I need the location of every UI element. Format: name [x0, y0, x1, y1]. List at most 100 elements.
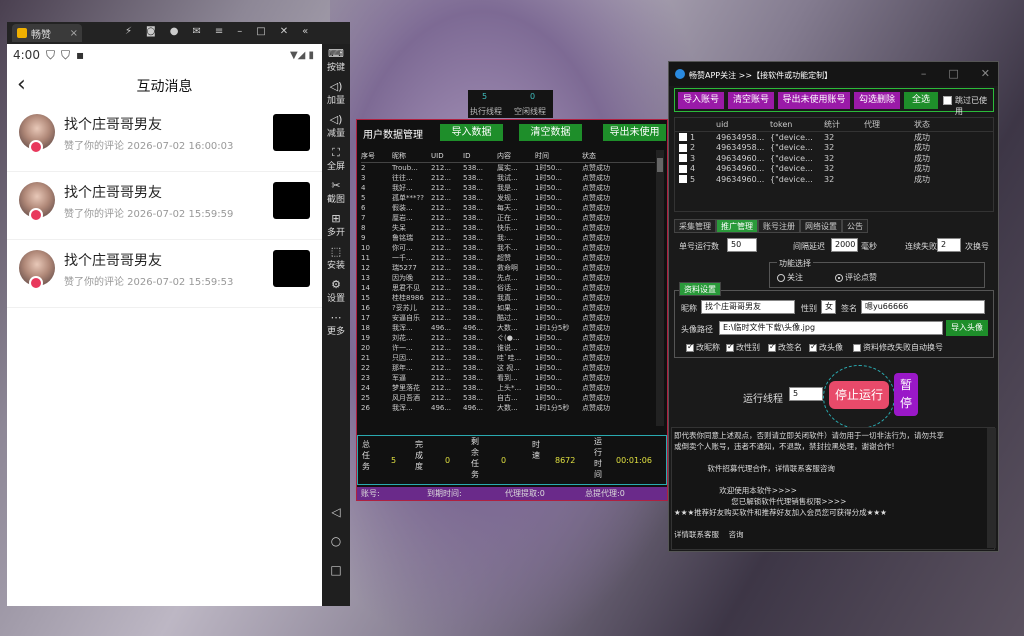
sidebar-item-8[interactable]: ⋯ 更多: [322, 308, 350, 341]
table-row[interactable]: 21 只因... 212... 538... 哇`哇... 1时50... 点赞成功: [361, 353, 655, 363]
table-row[interactable]: 25 风月吾酒 212... 538... 自古... 1时50... 点赞成功: [361, 393, 655, 403]
list-item[interactable]: 找个庄哥哥男友 赞了你的评论 2026-07-02 16:00:03: [7, 104, 322, 172]
table-row[interactable]: 20 许一... 212... 538... 谁说... 1时50... 点赞成功: [361, 343, 655, 353]
table-row[interactable]: 24 梦里落花 212... 538... 上头*... 1时50... 点赞成功: [361, 383, 655, 393]
user-icon[interactable]: ●: [170, 26, 179, 37]
table-row[interactable]: 11 一千... 212... 538... 超赞 1时50... 点赞成功: [361, 253, 655, 263]
table-row[interactable]: 7 厘岩... 212... 538... 正在... 1时50... 点赞成功: [361, 213, 655, 223]
maximize-icon[interactable]: □: [256, 26, 265, 37]
list-item[interactable]: 找个庄哥哥男友 赞了你的评论 2026-07-02 15:59:53: [7, 240, 322, 308]
skip-used-checkbox[interactable]: [943, 96, 952, 105]
fail-input[interactable]: 2: [937, 238, 961, 252]
sidebar-item-2[interactable]: ◁) 减量: [322, 110, 350, 143]
export-unused-account-button[interactable]: 导出未使用账号: [778, 92, 850, 109]
select-all-button[interactable]: 全选: [904, 92, 938, 109]
home-nav-icon[interactable]: ○: [322, 534, 350, 563]
table-row[interactable]: 23 军逼 212... 538... 看到... 1时50... 点赞成功: [361, 373, 655, 383]
change-gender-check[interactable]: 改性别: [726, 342, 760, 353]
sidebar-item-3[interactable]: ⛶ 全屏: [322, 143, 350, 176]
change-sign-check[interactable]: 改签名: [768, 342, 802, 353]
minimize-icon[interactable]: –: [237, 26, 242, 37]
close-icon[interactable]: ✕: [280, 26, 288, 37]
clear-data-button[interactable]: 清空数据: [519, 124, 582, 141]
table-row[interactable]: 10 你可... 212... 538... 我不... 1时50... 点赞成功: [361, 243, 655, 253]
maximize-icon[interactable]: □: [948, 67, 958, 80]
change-gender-checkbox[interactable]: [726, 342, 734, 352]
avatar-path-input[interactable]: E:\临时文件下载\头像.jpg: [719, 321, 943, 335]
tab-1[interactable]: 推广管理: [716, 219, 758, 233]
gamepad-icon[interactable]: ◙: [146, 26, 156, 37]
table-row[interactable]: 6 假装... 212... 538... 每天... 1时50... 点赞成功: [361, 203, 655, 213]
minimize-icon[interactable]: –: [921, 67, 927, 80]
follow-option[interactable]: 关注: [777, 272, 803, 283]
close-tab-icon[interactable]: ×: [70, 28, 78, 39]
table-row[interactable]: 2 49634958... {"device... 32 成功: [675, 143, 993, 154]
table-row[interactable]: 14 思君不见 212... 538... 俗话... 1时50... 点赞成功: [361, 283, 655, 293]
table-row[interactable]: 26 我浑... 496... 496... 大数... 1时1分5秒 点赞成功: [361, 403, 655, 413]
sidebar-item-7[interactable]: ⚙ 设置: [322, 275, 350, 308]
auto-switch-check[interactable]: 资料修改失败自动换号: [853, 342, 943, 353]
row-checkbox[interactable]: [679, 175, 687, 184]
message-thumbnail[interactable]: [273, 114, 310, 151]
row-checkbox[interactable]: [679, 143, 687, 152]
stop-button[interactable]: 停止运行: [829, 381, 889, 409]
table-row[interactable]: 3 49634960... {"device... 32 成功: [675, 153, 993, 164]
table-row[interactable]: 13 因为晚 212... 538... 先点... 1时50... 点赞成功: [361, 273, 655, 283]
table-row[interactable]: 8 失呆 212... 538... 快乐... 1时50... 点赞成功: [361, 223, 655, 233]
message-thumbnail[interactable]: [273, 182, 310, 219]
table-row[interactable]: 18 我浑... 496... 496... 大数... 1时1分5秒 点赞成功: [361, 323, 655, 333]
emulator-tab[interactable]: 畅赞 ×: [12, 24, 82, 42]
table-scrollbar[interactable]: [656, 150, 664, 426]
table-row[interactable]: 19 刘花... 212... 538... ぐ(●... 1时50... 点赞成功: [361, 333, 655, 343]
recent-nav-icon[interactable]: □: [322, 563, 350, 592]
table-row[interactable]: 5 孤单***?? 212... 538... 发规... 1时50... 点赞成功: [361, 193, 655, 203]
tab-3[interactable]: 网络设置: [800, 219, 842, 233]
sidebar-item-6[interactable]: ⬚ 安装: [322, 242, 350, 275]
table-row[interactable]: 3 往往... 212... 538... 我试... 1时50... 点赞成功: [361, 173, 655, 183]
tab-2[interactable]: 账号注册: [758, 219, 800, 233]
table-row[interactable]: 2 Troub... 212... 538... 属实... 1时50... 点赞成功: [361, 163, 655, 173]
sign-input[interactable]: 嗯yu66666: [861, 300, 985, 314]
table-row[interactable]: 4 我好... 212... 538... 我是... 1时50... 点赞成功: [361, 183, 655, 193]
menu-icon[interactable]: ≡: [215, 26, 223, 37]
change-nick-checkbox[interactable]: [686, 342, 694, 352]
table-row[interactable]: 9 鲁铭瑞 212... 538... 我:... 1时50... 点赞成功: [361, 233, 655, 243]
sidebar-item-4[interactable]: ✂ 截图: [322, 176, 350, 209]
nick-input[interactable]: 找个庄哥哥男友: [701, 300, 795, 314]
single-run-input[interactable]: 50: [727, 238, 757, 252]
like-radio[interactable]: [835, 273, 843, 282]
close-icon[interactable]: ✕: [981, 67, 990, 80]
import-data-button[interactable]: 导入数据: [440, 124, 503, 141]
log-scrollbar[interactable]: [987, 428, 996, 548]
row-checkbox[interactable]: [679, 164, 687, 173]
profile-settings-tab[interactable]: 资料设置: [679, 282, 721, 296]
delete-checked-button[interactable]: 勾选删除: [854, 92, 900, 109]
interval-input[interactable]: 2000: [831, 238, 858, 252]
collapse-icon[interactable]: «: [302, 26, 308, 37]
table-row[interactable]: 4 49634960... {"device... 32 成功: [675, 164, 993, 175]
message-thumbnail[interactable]: [273, 250, 310, 287]
table-row[interactable]: 15 桂桂8986 212... 538... 我真... 1时50... 点赞成功: [361, 293, 655, 303]
gender-input[interactable]: 女: [821, 300, 836, 314]
table-row[interactable]: 5 49634960... {"device... 32 成功: [675, 174, 993, 185]
table-row[interactable]: 16 ?妥苏儿 212... 538... 如果... 1时50... 点赞成功: [361, 303, 655, 313]
like-option[interactable]: 评论点赞: [835, 272, 877, 283]
auto-switch-checkbox[interactable]: [853, 343, 861, 352]
import-account-button[interactable]: 导入账号: [678, 92, 724, 109]
table-row[interactable]: 22 那年... 212... 538... 这 视... 1时50... 点赞成功: [361, 363, 655, 373]
run-threads-input[interactable]: 5: [789, 387, 823, 401]
row-checkbox[interactable]: [679, 133, 687, 142]
pause-button[interactable]: 暂停: [894, 373, 918, 416]
export-unused-button[interactable]: 导出未使用: [603, 124, 666, 141]
table-row[interactable]: 12 瑞5277 212... 538... 救命啊 1时50... 点赞成功: [361, 263, 655, 273]
change-sign-checkbox[interactable]: [768, 342, 776, 352]
follow-radio[interactable]: [777, 273, 785, 282]
tab-0[interactable]: 采集管理: [674, 219, 716, 233]
sidebar-item-1[interactable]: ◁) 加量: [322, 77, 350, 110]
table-row[interactable]: 17 安逼自乐 212... 538... 酷过... 1时50... 点赞成功: [361, 313, 655, 323]
change-avatar-check[interactable]: 改头像: [809, 342, 843, 353]
tab-4[interactable]: 公告: [842, 219, 868, 233]
change-avatar-checkbox[interactable]: [809, 342, 817, 352]
change-nick-check[interactable]: 改昵称: [686, 342, 720, 353]
mail-icon[interactable]: ✉: [192, 26, 200, 37]
